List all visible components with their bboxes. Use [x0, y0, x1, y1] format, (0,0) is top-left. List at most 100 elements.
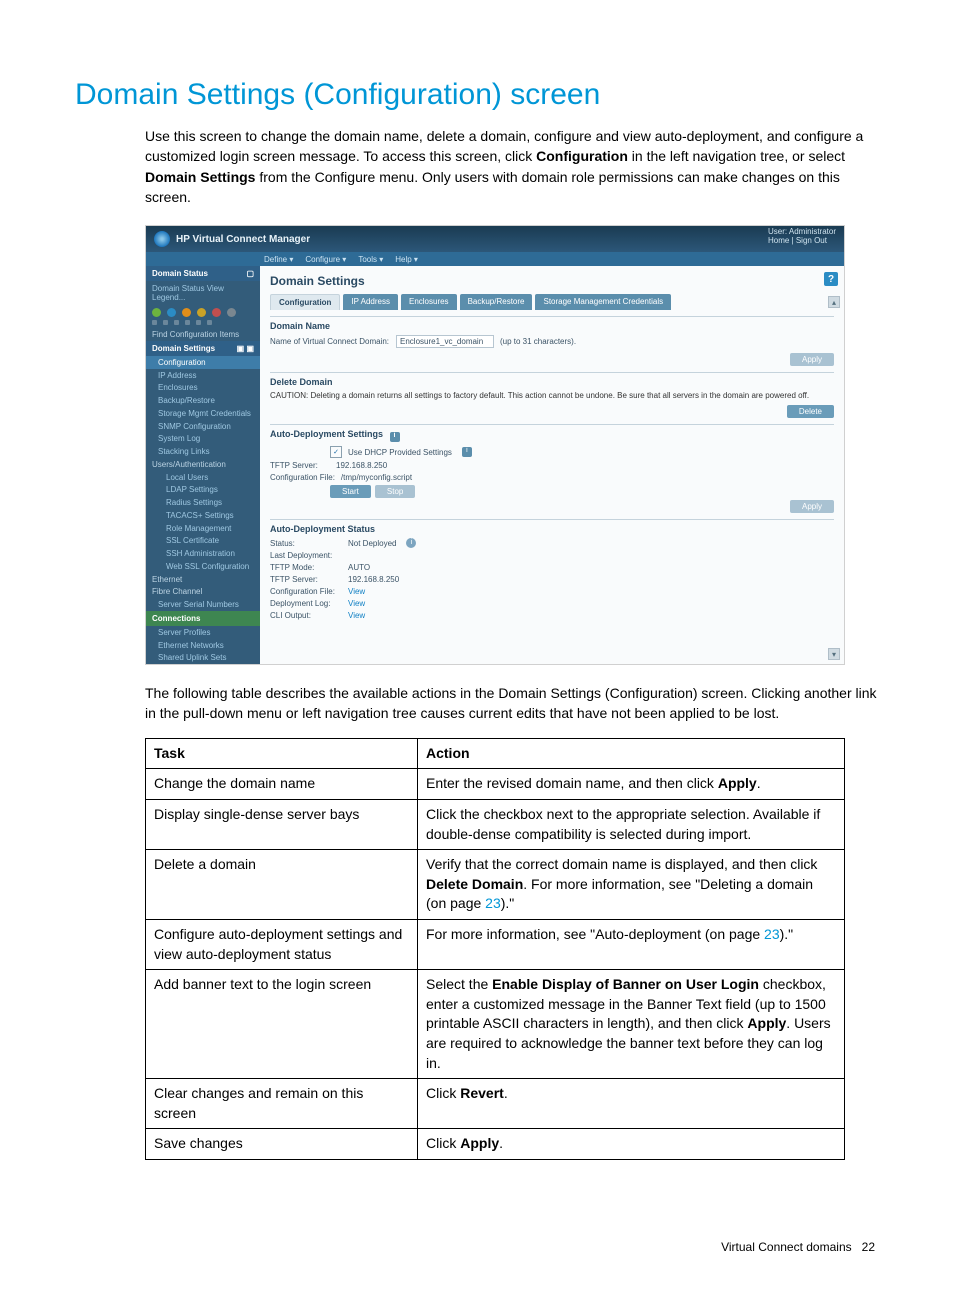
sidebar-item-radius[interactable]: Radius Settings [146, 496, 260, 509]
main-pane: ? ▴ ▾ Domain Settings Configuration IP A… [260, 266, 844, 664]
hp-logo-icon [154, 231, 170, 247]
sidebar-connections-header[interactable]: Connections [146, 611, 260, 626]
action-cell: For more information, see "Auto-deployme… [418, 919, 845, 969]
info-icon[interactable]: i [462, 447, 472, 457]
sidebar-group-users[interactable]: Users/Authentication [146, 458, 260, 471]
screenshot: HP Virtual Connect Manager User: Adminis… [145, 225, 845, 665]
apply-button[interactable]: Apply [790, 500, 834, 513]
intro-paragraph: Use this screen to change the domain nam… [145, 126, 879, 207]
tab-enclosures[interactable]: Enclosures [401, 294, 457, 310]
sidebar-domain-settings-header[interactable]: Domain Settings▣ ▣ [146, 341, 260, 356]
tftp-server-label: TFTP Server: [270, 461, 330, 470]
status-label: Status: [270, 539, 342, 548]
action-text: For more information, see "Auto-deployme… [426, 926, 764, 942]
tftp-server2-label: TFTP Server: [270, 575, 342, 584]
apply-button[interactable]: Apply [790, 353, 834, 366]
sidebar-item-snmp[interactable]: SNMP Configuration [146, 420, 260, 433]
info-icon[interactable]: i [406, 538, 416, 548]
table-row: Configure auto-deployment settings and v… [146, 919, 845, 969]
table-header-row: Task Action [146, 738, 845, 769]
sidebar-find-config[interactable]: Find Configuration Items [146, 328, 260, 341]
sidebar-domain-status-header[interactable]: Domain Status▢ [146, 266, 260, 281]
view-link[interactable]: View [348, 611, 365, 620]
menu-configure[interactable]: Configure ▾ [305, 255, 346, 264]
user-value: Administrator [789, 227, 836, 236]
action-text: Select the [426, 976, 492, 992]
delete-button[interactable]: Delete [787, 405, 834, 418]
help-icon[interactable]: ? [824, 272, 838, 286]
sidebar-item-storage-creds[interactable]: Storage Mgmt Credentials [146, 407, 260, 420]
page-ref-link[interactable]: 23 [485, 895, 501, 911]
panel-autodeploy-settings: Auto-Deployment Settings i ✓ Use DHCP Pr… [270, 424, 834, 511]
sidebar-item-webssl[interactable]: Web SSL Configuration [146, 560, 260, 573]
sidebar-item-syslog[interactable]: System Log [146, 432, 260, 445]
menu-tools[interactable]: Tools ▾ [358, 255, 383, 264]
scroll-up-icon[interactable]: ▴ [828, 296, 840, 308]
status-warn-icon [182, 308, 191, 317]
action-cell: Click Apply. [418, 1129, 845, 1160]
panel-domain-name: Domain Name Name of Virtual Connect Doma… [270, 316, 834, 364]
view-link[interactable]: View [348, 587, 365, 596]
sidebar-group-fibre[interactable]: Fibre Channel [146, 585, 260, 598]
tab-backup[interactable]: Backup/Restore [460, 294, 533, 310]
footer-page-number: 22 [862, 1240, 875, 1254]
dhcp-checkbox[interactable]: ✓ [330, 446, 342, 458]
sidebar-item-configuration[interactable]: Configuration [146, 356, 260, 369]
tabstrip: Configuration IP Address Enclosures Back… [270, 294, 834, 310]
sidebar-item-backup[interactable]: Backup/Restore [146, 394, 260, 407]
menu-define[interactable]: Define ▾ [264, 255, 293, 264]
intro-bold-domain-settings: Domain Settings [145, 169, 255, 185]
home-link[interactable]: Home [768, 236, 789, 245]
sidebar-item-eth-networks[interactable]: Ethernet Networks [146, 639, 260, 652]
sidebar-item-ssl[interactable]: SSL Certificate [146, 534, 260, 547]
sidebar-item-enclosures[interactable]: Enclosures [146, 381, 260, 394]
tab-storage-creds[interactable]: Storage Management Credentials [535, 294, 671, 310]
menu-help[interactable]: Help ▾ [395, 255, 418, 264]
tab-ipaddress[interactable]: IP Address [343, 294, 398, 310]
deployment-log-label: Deployment Log: [270, 599, 342, 608]
main-title: Domain Settings [270, 274, 834, 288]
sidebar-item-shared-uplink[interactable]: Shared Uplink Sets [146, 651, 260, 664]
domain-name-label: Name of Virtual Connect Domain: [270, 337, 390, 346]
view-link[interactable]: View [348, 599, 365, 608]
start-button[interactable]: Start [330, 485, 371, 498]
tab-configuration[interactable]: Configuration [270, 294, 340, 310]
info-icon[interactable]: i [390, 432, 400, 442]
table-row: Change the domain name Enter the revised… [146, 769, 845, 800]
table-row: Clear changes and remain on this screen … [146, 1079, 845, 1129]
sidebar-item-rolemgmt[interactable]: Role Management [146, 522, 260, 535]
sidebar-item-tacacs[interactable]: TACACS+ Settings [146, 509, 260, 522]
sidebar-status-icons [146, 305, 260, 320]
tftp-mode-value: AUTO [348, 563, 370, 572]
sidebar-item-stacking[interactable]: Stacking Links [146, 445, 260, 458]
table-header-action: Action [418, 738, 845, 769]
task-cell: Change the domain name [146, 769, 418, 800]
page-footer: Virtual Connect domains 22 [75, 1240, 879, 1254]
stop-button[interactable]: Stop [375, 485, 415, 498]
page-ref-link[interactable]: 23 [764, 926, 780, 942]
action-text: Verify that the correct domain name is d… [426, 856, 817, 872]
panel-title-autodep: Auto-Deployment Settings i [270, 429, 834, 442]
sidebar-item-localusers[interactable]: Local Users [146, 471, 260, 484]
user-box: User: Administrator Home | Sign Out [768, 228, 836, 246]
sidebar-status-links[interactable]: Domain Status View Legend... [146, 281, 260, 305]
action-text: Click [426, 1085, 460, 1101]
panel-autodeploy-status: Auto-Deployment Status Status:Not Deploy… [270, 519, 834, 620]
status-unknown-icon [227, 308, 236, 317]
menubar: Define ▾ Configure ▾ Tools ▾ Help ▾ [146, 252, 844, 266]
sidebar-item-ssh[interactable]: SSH Administration [146, 547, 260, 560]
sidebar-item-ipaddress[interactable]: IP Address [146, 369, 260, 382]
signout-link[interactable]: Sign Out [796, 236, 827, 245]
domain-name-input[interactable]: Enclosure1_vc_domain [396, 335, 494, 348]
sidebar-item-ldap[interactable]: LDAP Settings [146, 483, 260, 496]
action-text: )." [501, 895, 515, 911]
sidebar-item-server-profiles[interactable]: Server Profiles [146, 626, 260, 639]
sidebar-item-serials[interactable]: Server Serial Numbers [146, 598, 260, 611]
panel-title-autostatus: Auto-Deployment Status [270, 524, 834, 534]
panel-delete-domain: Delete Domain CAUTION: Deleting a domain… [270, 372, 834, 416]
scroll-down-icon[interactable]: ▾ [828, 648, 840, 660]
sidebar: Domain Status▢ Domain Status View Legend… [146, 266, 260, 664]
sidebar-header-label: Domain Status [152, 269, 208, 278]
sidebar-group-ethernet[interactable]: Ethernet [146, 573, 260, 586]
config-file-label: Configuration File: [270, 473, 335, 482]
